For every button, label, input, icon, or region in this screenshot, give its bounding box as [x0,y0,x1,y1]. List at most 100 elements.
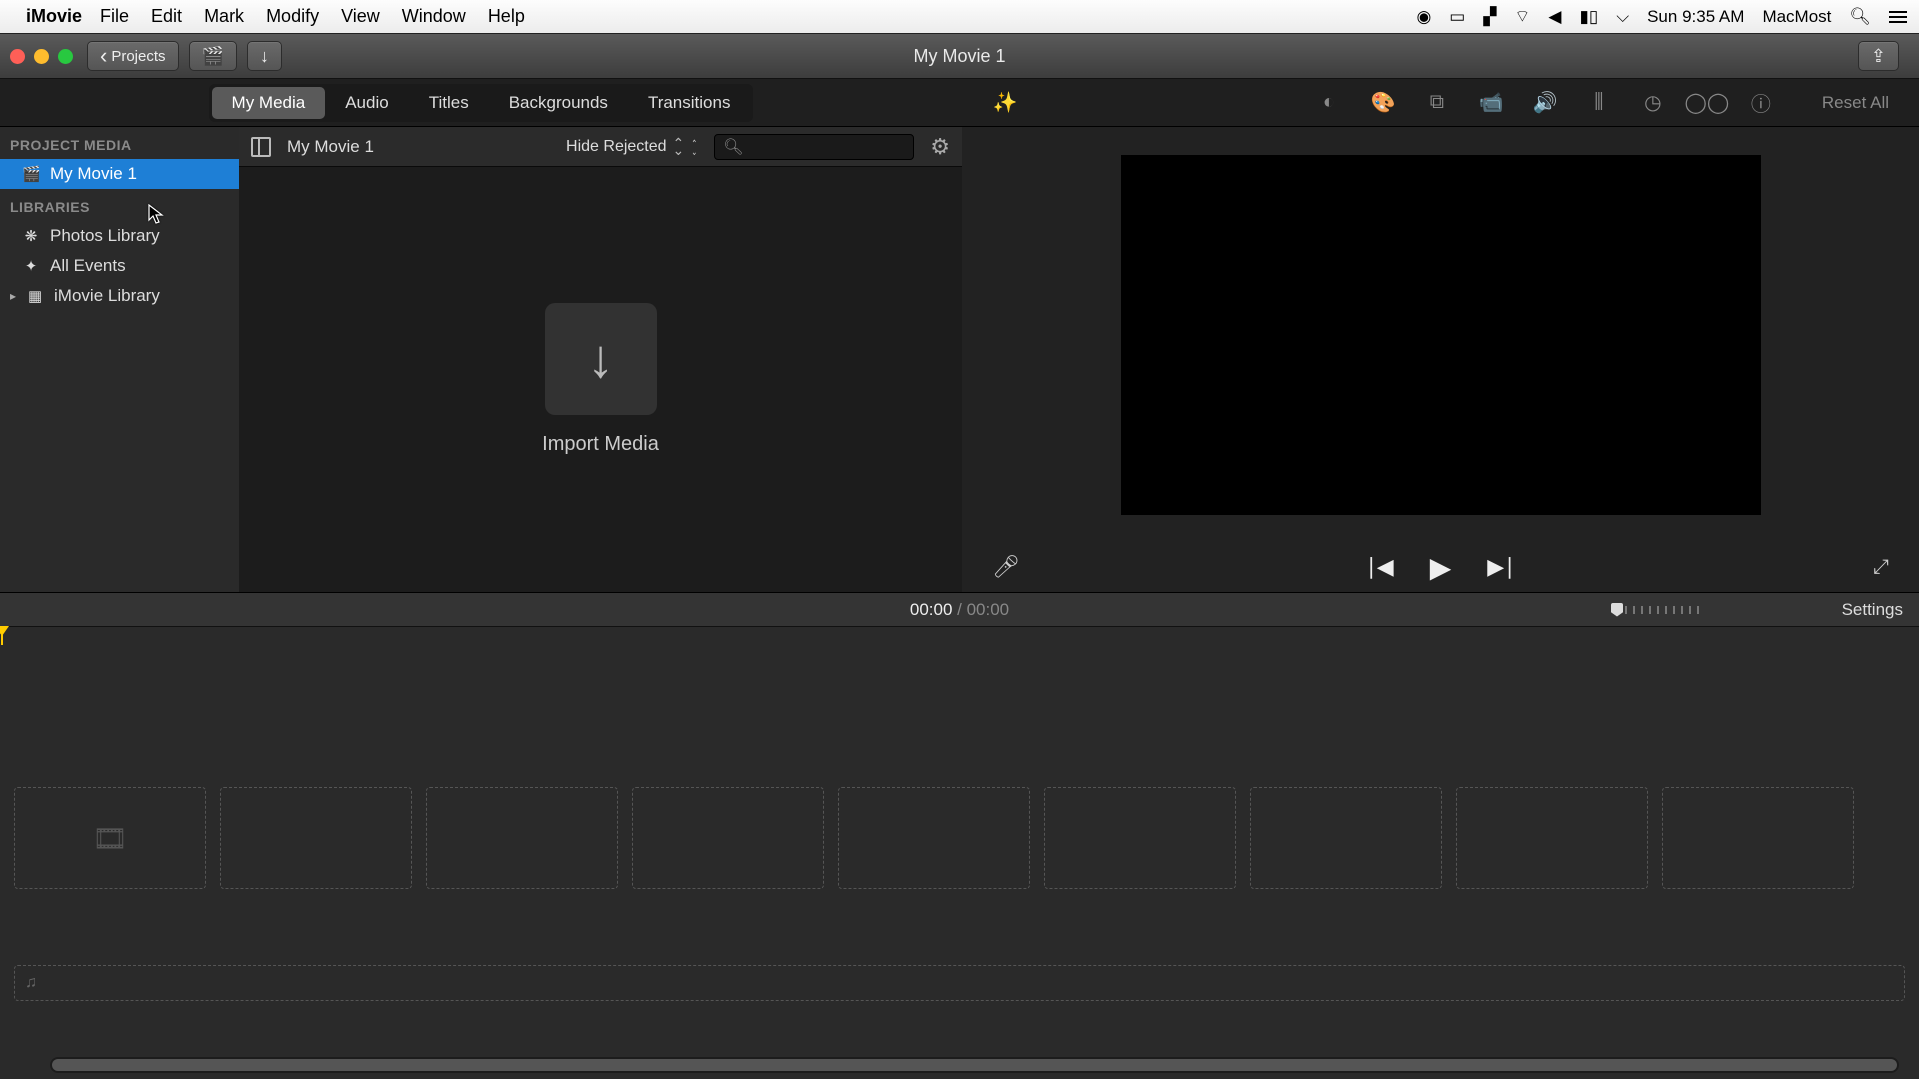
tab-audio[interactable]: Audio [325,87,408,119]
grid-icon: ▦ [26,287,44,305]
chevron-updown-icon: ⌃⌄ [673,140,685,154]
tab-titles[interactable]: Titles [409,87,489,119]
color-correction-icon[interactable]: 🎨 [1370,90,1396,116]
browser-header: My Movie 1 Hide Rejected ⌃⌄ 🔍︎ ⚙ [239,127,962,167]
clip-filter-dropdown[interactable]: Hide Rejected ⌃⌄ [566,138,698,156]
user-name[interactable]: MacMost [1762,7,1831,27]
import-label: Import Media [542,433,659,456]
battery-icon[interactable]: ▮▯ [1579,7,1598,27]
sidebar-item-all-events[interactable]: ✦ All Events [0,251,239,281]
download-icon: ↓ [260,46,269,67]
info-icon[interactable]: ⓘ [1748,90,1774,116]
empty-clip-placeholder[interactable] [632,787,824,889]
reset-all-button[interactable]: Reset All [1822,93,1889,113]
projects-label: Projects [111,48,165,65]
zoom-thumb[interactable] [1611,603,1623,617]
stabilization-icon[interactable]: 📹 [1478,90,1504,116]
enhance-icon[interactable]: ✨ [992,90,1018,116]
library-view-button[interactable]: 🎬 [189,41,237,71]
clapperboard-icon: 🎬 [22,165,40,183]
current-time: 00:00 [910,600,953,619]
playhead[interactable] [1,627,3,645]
sidebar-item-my-movie[interactable]: 🎬 My Movie 1 [0,159,239,189]
volume-adjust-icon[interactable]: 🔊 [1532,90,1558,116]
app-menu[interactable]: iMovie [26,6,82,27]
menu-help[interactable]: Help [488,6,525,27]
search-input[interactable]: 🔍︎ [714,134,914,160]
timeline-settings-button[interactable]: Settings [1842,600,1903,620]
play-button[interactable]: ▶ [1430,551,1452,584]
share-button[interactable]: ⇪ [1858,41,1899,71]
main-area: PROJECT MEDIA 🎬 My Movie 1 LIBRARIES ❋ P… [0,127,1919,593]
adjustment-toolbar: ✨ ◐ 🎨 ⧉ 📹 🔊 ⫼ ◷ ◯◯ ⓘ Reset All [962,90,1919,116]
record-icon[interactable]: ◉ [1416,7,1431,27]
menu-view[interactable]: View [341,6,380,27]
media-browser: My Movie 1 Hide Rejected ⌃⌄ 🔍︎ ⚙ ↓ Impor… [239,127,962,592]
import-media-button[interactable]: ↓ Import Media [542,303,659,456]
speed-icon[interactable]: ◷ [1640,90,1666,116]
empty-clip-placeholder[interactable] [1456,787,1648,889]
macos-menubar: iMovie File Edit Mark Modify View Window… [0,0,1919,33]
empty-clip-placeholder[interactable] [220,787,412,889]
menu-window[interactable]: Window [402,6,466,27]
menu-file[interactable]: File [100,6,129,27]
projects-back-button[interactable]: Projects [87,41,179,71]
fullscreen-window-button[interactable] [58,49,73,64]
voiceover-button[interactable]: 🎤︎ [992,554,1020,580]
sidebar-toggle-icon[interactable] [251,137,271,157]
empty-clip-placeholder[interactable] [426,787,618,889]
tab-backgrounds[interactable]: Backgrounds [489,87,628,119]
settings-gear-icon[interactable]: ⚙ [930,134,950,160]
menu-mark[interactable]: Mark [204,6,244,27]
timeline-header: 00:00 / 00:00 Settings [0,593,1919,627]
clock[interactable]: Sun 9:35 AM [1647,7,1744,27]
empty-clip-placeholder[interactable] [1250,787,1442,889]
photos-icon[interactable]: ▞ [1483,7,1496,27]
clip-filter-icon[interactable]: ◯◯ [1694,90,1720,116]
spotlight-icon[interactable]: 🔍︎ [1849,7,1871,27]
library-sidebar: PROJECT MEDIA 🎬 My Movie 1 LIBRARIES ❋ P… [0,127,239,592]
tab-transitions[interactable]: Transitions [628,87,751,119]
empty-clip-placeholder[interactable] [838,787,1030,889]
crop-icon[interactable]: ⧉ [1424,90,1450,116]
menu-edit[interactable]: Edit [151,6,182,27]
preview-canvas [1121,155,1761,515]
tab-my-media[interactable]: My Media [212,87,326,119]
music-note-icon: ♫ [25,974,37,992]
sidebar-item-photos-library[interactable]: ❋ Photos Library [0,221,239,251]
notification-center-icon[interactable] [1889,11,1907,23]
menu-modify[interactable]: Modify [266,6,319,27]
sidebar-item-label: All Events [50,256,126,276]
time-separator: / [952,600,966,619]
horizontal-scrollbar[interactable] [50,1057,1899,1073]
empty-clip-placeholder[interactable]: 🎞 [14,787,206,889]
zoom-slider[interactable] [1611,603,1699,617]
close-window-button[interactable] [10,49,25,64]
sidebar-item-label: iMovie Library [54,286,160,306]
wifi-icon[interactable]: ⌵ [1616,7,1629,27]
preview-viewer: 🎤︎ ∣◀ ▶ ▶∣ ⤢ [962,127,1919,592]
playback-controls: 🎤︎ ∣◀ ▶ ▶∣ ⤢ [962,542,1919,592]
sidebar-item-imovie-library[interactable]: ▦ iMovie Library [0,281,239,311]
import-button[interactable]: ↓ [247,41,282,71]
display-icon[interactable]: ▭ [1449,7,1465,27]
noise-reduction-icon[interactable]: ⫼ [1586,90,1612,116]
scrollbar-thumb[interactable] [52,1059,1897,1071]
next-frame-button[interactable]: ▶∣ [1487,554,1515,580]
window-toolbar: Projects 🎬 ↓ My Movie 1 ⇪ [0,33,1919,79]
bluetooth-icon[interactable]: ⌔ [1514,6,1530,27]
prev-frame-button[interactable]: ∣◀ [1366,554,1394,580]
fullscreen-button[interactable]: ⤢ [1873,556,1889,579]
empty-clip-placeholder[interactable] [1044,787,1236,889]
color-balance-icon[interactable]: ◐ [1316,90,1342,116]
minimize-window-button[interactable] [34,49,49,64]
volume-icon[interactable]: ◀ [1548,7,1561,27]
clapperboard-icon: 🎬 [202,46,224,67]
empty-clip-placeholder[interactable] [1662,787,1854,889]
flower-icon: ❋ [22,227,40,245]
audio-track[interactable]: ♫ [14,965,1905,1001]
timeline[interactable]: 🎞 ♫ [0,627,1919,1079]
sidebar-item-label: My Movie 1 [50,164,137,184]
video-track[interactable]: 🎞 [14,787,1905,889]
window-controls [10,49,73,64]
